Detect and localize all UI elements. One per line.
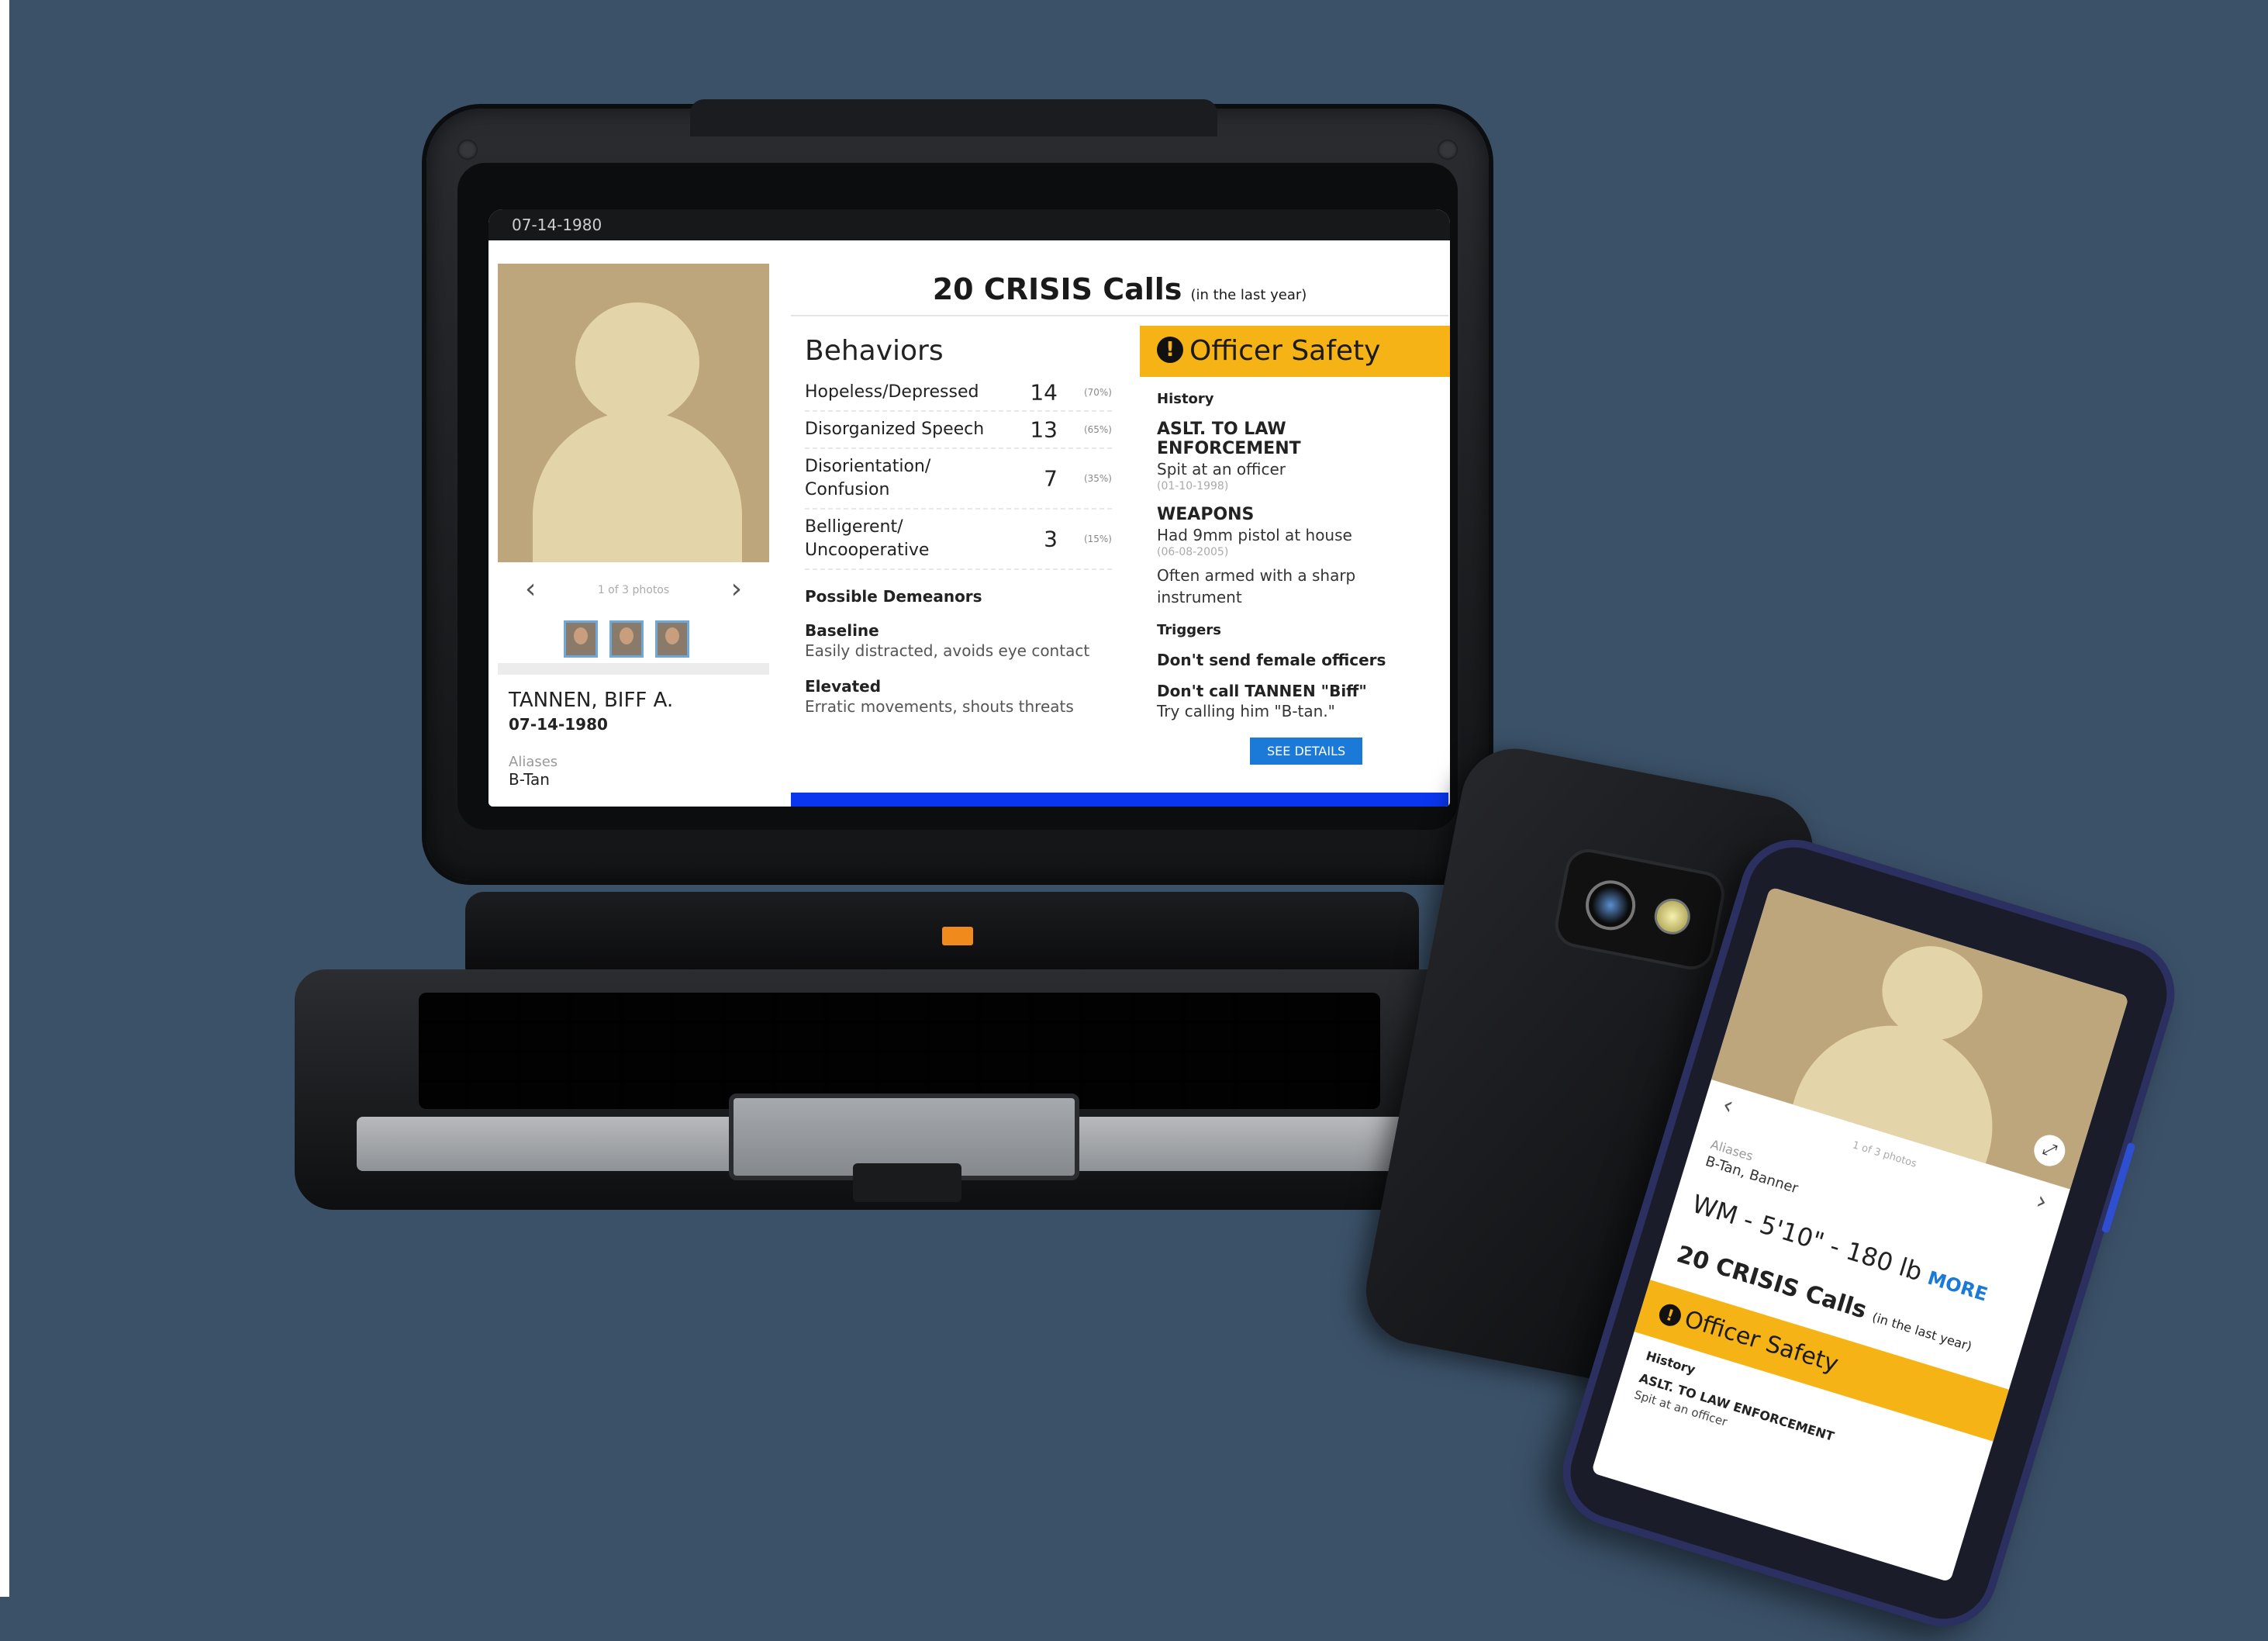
demeanors-title: Possible Demeanors <box>805 587 982 606</box>
crisis-period: (in the last year) <box>1870 1309 1974 1354</box>
camera-module <box>1551 845 1729 974</box>
officer-safety-body: History ASLT. TO LAW ENFORCEMENT Spit at… <box>1140 377 1450 774</box>
aliases-label: Aliases <box>509 754 558 770</box>
photo-count: 1 of 3 photos <box>597 584 670 596</box>
laptop-screen: 07-14-1980 ‹ 1 of 3 photos › TANNEN, BIF… <box>488 209 1450 807</box>
laptop-lid: 07-14-1980 ‹ 1 of 3 photos › TANNEN, BIF… <box>426 99 1489 880</box>
photo-thumbnail[interactable] <box>655 620 690 658</box>
assault-text: Spit at an officer <box>1157 460 1286 478</box>
officer-safety-panel: ! Officer Safety History ASLT. TO LAW ENF… <box>1140 326 1450 768</box>
name-card: TANNEN, BIFF A. 07-14-1980 Aliases B-Tan <box>498 675 769 807</box>
behavior-label: Disorientation/ Confusion <box>805 457 931 499</box>
titlebar-date: 07-14-1980 <box>512 216 602 234</box>
photo-thumbnails <box>564 620 697 661</box>
assault-title: ASLT. TO LAW ENFORCEMENT <box>1157 420 1301 458</box>
behaviors-title: Behaviors <box>805 335 944 367</box>
weapons-title: WEAPONS <box>1157 505 1255 524</box>
more-button[interactable]: MORE <box>1925 1267 1990 1306</box>
expand-icon[interactable]: ⤢ <box>2030 1131 2070 1170</box>
behavior-row: Hopeless/Depressed 14 (70%) <box>805 375 1112 412</box>
behavior-row: Belligerent/ Uncooperative 3 (15%) <box>805 510 1112 570</box>
behaviors-panel: Behaviors Hopeless/Depressed 14 (70%) Di… <box>791 326 1126 768</box>
camera-lens-icon <box>1581 876 1640 935</box>
action-bar[interactable] <box>791 793 1448 807</box>
trigger-text: Try calling him "B-tan." <box>1157 702 1335 720</box>
history-label: History <box>1157 391 1214 407</box>
person-dob: 07-14-1980 <box>509 715 608 734</box>
crisis-count: 20 CRISIS Calls <box>932 272 1182 306</box>
screw <box>457 140 478 160</box>
behavior-label: Hopeless/Depressed <box>805 382 979 402</box>
screen-bezel: 07-14-1980 ‹ 1 of 3 photos › TANNEN, BIF… <box>457 163 1458 830</box>
side-button[interactable] <box>2101 1142 2136 1234</box>
weapons-text-2: Often armed with a sharp instrument <box>1157 566 1356 606</box>
behavior-label: Disorganized Speech <box>805 420 985 439</box>
elevated-label: Elevated <box>805 677 882 696</box>
behavior-count: 7 <box>1044 465 1058 492</box>
behavior-percent: (65%) <box>1083 424 1112 435</box>
profile-column: ‹ 1 of 3 photos › TANNEN, BIFF A. 07-14-… <box>498 264 769 807</box>
rugged-laptop: 07-14-1980 ‹ 1 of 3 photos › TANNEN, BIF… <box>295 99 1504 1210</box>
weapons-date: (06-08-2005) <box>1157 546 1229 558</box>
behavior-percent: (15%) <box>1083 534 1112 544</box>
elevated-text: Erratic movements, shouts threats <box>805 697 1074 716</box>
behavior-count: 3 <box>1044 526 1058 552</box>
behavior-count: 14 <box>1030 379 1058 406</box>
profile-photo[interactable] <box>498 264 769 562</box>
photo-thumbnail[interactable] <box>564 620 598 658</box>
photo-thumbnail[interactable] <box>609 620 644 658</box>
see-details-button[interactable]: SEE DETAILS <box>1250 738 1363 765</box>
person-name: TANNEN, BIFF A. <box>509 689 674 712</box>
officer-safety-title: Officer Safety <box>1681 1305 1842 1378</box>
avatar-head <box>575 302 699 423</box>
behavior-row: Disorganized Speech 13 (65%) <box>805 412 1112 449</box>
warning-icon: ! <box>1656 1301 1684 1328</box>
trigger-item: Don't call TANNEN "Biff" <box>1157 682 1367 700</box>
avatar-body <box>533 411 742 562</box>
triggers-label: Triggers <box>1157 622 1221 638</box>
history-label: History <box>1644 1348 1697 1377</box>
aliases-value: B-Tan <box>509 770 550 789</box>
chevron-right-icon[interactable]: › <box>731 573 742 605</box>
app-body: ‹ 1 of 3 photos › TANNEN, BIFF A. 07-14-… <box>488 240 1450 807</box>
assault-date: (01-10-1998) <box>1157 480 1229 492</box>
officer-safety-header: ! Officer Safety <box>1140 326 1450 377</box>
crisis-period: (in the last year) <box>1190 287 1307 303</box>
frame-edge <box>0 0 9 1597</box>
lid-handle <box>690 99 1217 136</box>
screw <box>1438 140 1458 160</box>
laptop-base <box>295 969 1504 1210</box>
baseline-label: Baseline <box>805 621 879 640</box>
flash-icon <box>1651 895 1693 938</box>
weapons-text: Had 9mm pistol at house <box>1157 526 1352 544</box>
officer-safety-title: Officer Safety <box>1189 335 1381 367</box>
behavior-label: Belligerent/ Uncooperative <box>805 517 930 560</box>
behavior-percent: (35%) <box>1083 473 1112 484</box>
behavior-count: 13 <box>1030 416 1058 443</box>
crisis-calls-banner: 20 CRISIS Calls (in the last year) <box>791 264 1448 316</box>
baseline-text: Easily distracted, avoids eye contact <box>805 641 1090 660</box>
screen-titlebar: 07-14-1980 <box>488 209 1450 240</box>
status-led <box>942 927 973 945</box>
behavior-percent: (70%) <box>1083 387 1112 398</box>
trigger-item: Don't send female officers <box>1157 651 1386 669</box>
behavior-row: Disorientation/ Confusion 7 (35%) <box>805 449 1112 510</box>
keyboard[interactable] <box>419 993 1380 1109</box>
photo-navigation: ‹ 1 of 3 photos › <box>498 562 769 663</box>
warning-icon: ! <box>1157 337 1183 363</box>
latch <box>853 1163 961 1202</box>
